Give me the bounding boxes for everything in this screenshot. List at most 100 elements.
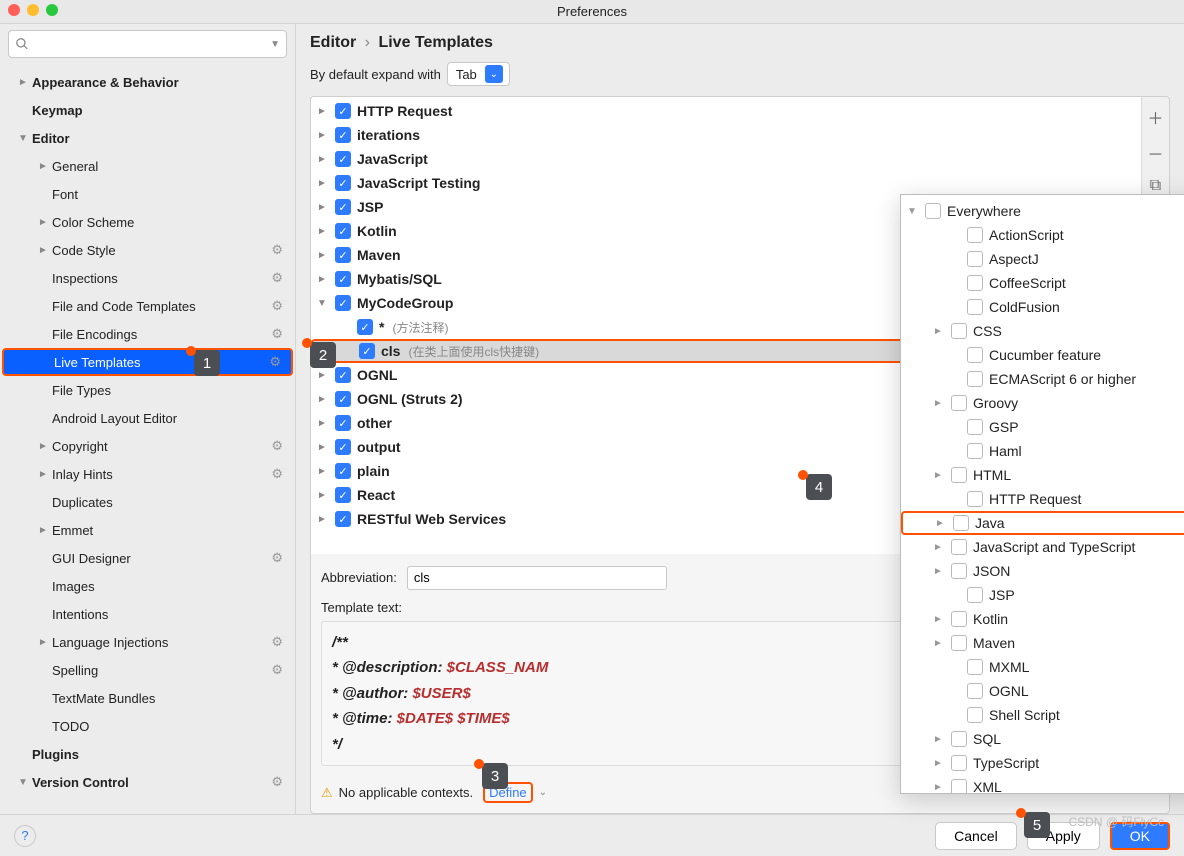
sidebar-item[interactable]: ►Emmet	[2, 516, 293, 544]
context-item[interactable]: AspectJ	[901, 247, 1184, 271]
context-checkbox[interactable]	[967, 275, 983, 291]
chevron-down-icon[interactable]: ▼	[270, 39, 280, 50]
context-checkbox[interactable]	[951, 779, 967, 794]
context-checkbox[interactable]	[967, 227, 983, 243]
context-checkbox[interactable]	[967, 443, 983, 459]
context-checkbox[interactable]	[925, 203, 941, 219]
context-item[interactable]: HTTP Request	[901, 487, 1184, 511]
template-checkbox[interactable]: ✓	[335, 295, 351, 311]
context-item[interactable]: ►Kotlin	[901, 607, 1184, 631]
context-item[interactable]: ►JavaScript and TypeScript	[901, 535, 1184, 559]
context-checkbox[interactable]	[967, 347, 983, 363]
context-checkbox[interactable]	[951, 539, 967, 555]
close-icon[interactable]	[8, 4, 20, 16]
context-item[interactable]: ►Java	[901, 511, 1184, 535]
sidebar-item[interactable]: GUI Designer⚙	[2, 544, 293, 572]
sidebar-item[interactable]: ►Copyright⚙	[2, 432, 293, 460]
template-checkbox[interactable]: ✓	[335, 247, 351, 263]
context-checkbox[interactable]	[951, 635, 967, 651]
context-checkbox[interactable]	[951, 731, 967, 747]
template-item[interactable]: ►✓JavaScript Testing	[311, 171, 1141, 195]
template-checkbox[interactable]: ✓	[335, 511, 351, 527]
sidebar-item[interactable]: Duplicates	[2, 488, 293, 516]
sidebar-item[interactable]: Plugins	[2, 740, 293, 768]
sidebar-item[interactable]: TODO	[2, 712, 293, 740]
context-item[interactable]: Cucumber feature	[901, 343, 1184, 367]
context-item[interactable]: ►HTML	[901, 463, 1184, 487]
copy-icon[interactable]: ⧉	[1150, 177, 1161, 195]
context-checkbox[interactable]	[967, 299, 983, 315]
sidebar-item[interactable]: Live Templates⚙	[2, 348, 293, 376]
window-controls[interactable]	[8, 4, 58, 16]
template-checkbox[interactable]: ✓	[335, 127, 351, 143]
context-checkbox[interactable]	[967, 587, 983, 603]
sidebar-item[interactable]: File and Code Templates⚙	[2, 292, 293, 320]
template-checkbox[interactable]: ✓	[335, 487, 351, 503]
sidebar-item[interactable]: ▼Version Control⚙	[2, 768, 293, 796]
context-item[interactable]: ECMAScript 6 or higher	[901, 367, 1184, 391]
minimize-icon[interactable]	[27, 4, 39, 16]
context-checkbox[interactable]	[967, 659, 983, 675]
template-item[interactable]: ►✓iterations	[311, 123, 1141, 147]
template-checkbox[interactable]: ✓	[335, 391, 351, 407]
context-checkbox[interactable]	[951, 611, 967, 627]
sidebar-item[interactable]: Keymap	[2, 96, 293, 124]
context-item[interactable]: ColdFusion	[901, 295, 1184, 319]
template-checkbox[interactable]: ✓	[357, 319, 373, 335]
template-checkbox[interactable]: ✓	[335, 199, 351, 215]
sidebar-item[interactable]: ►Language Injections⚙	[2, 628, 293, 656]
context-popup[interactable]: ▼EverywhereActionScriptAspectJCoffeeScri…	[900, 194, 1184, 794]
search-input[interactable]: ▼	[8, 30, 287, 58]
context-checkbox[interactable]	[967, 251, 983, 267]
context-item[interactable]: ►XML	[901, 775, 1184, 794]
sidebar-item[interactable]: Spelling⚙	[2, 656, 293, 684]
context-item[interactable]: ▼Everywhere	[901, 199, 1184, 223]
context-checkbox[interactable]	[953, 515, 969, 531]
context-item[interactable]: JSP	[901, 583, 1184, 607]
sidebar-item[interactable]: Images	[2, 572, 293, 600]
sidebar-item[interactable]: Intentions	[2, 600, 293, 628]
sidebar-item[interactable]: File Encodings⚙	[2, 320, 293, 348]
context-item[interactable]: CoffeeScript	[901, 271, 1184, 295]
sidebar-item[interactable]: ►Inlay Hints⚙	[2, 460, 293, 488]
context-item[interactable]: Haml	[901, 439, 1184, 463]
context-checkbox[interactable]	[967, 683, 983, 699]
abbreviation-input[interactable]	[407, 566, 667, 590]
sidebar-item[interactable]: ►Code Style⚙	[2, 236, 293, 264]
sidebar-item[interactable]: Android Layout Editor	[2, 404, 293, 432]
context-item[interactable]: ActionScript	[901, 223, 1184, 247]
template-checkbox[interactable]: ✓	[335, 223, 351, 239]
context-item[interactable]: GSP	[901, 415, 1184, 439]
template-checkbox[interactable]: ✓	[335, 439, 351, 455]
sidebar-item[interactable]: Inspections⚙	[2, 264, 293, 292]
sidebar-item[interactable]: ▼Editor	[2, 124, 293, 152]
context-checkbox[interactable]	[951, 395, 967, 411]
sidebar-item[interactable]: TextMate Bundles	[2, 684, 293, 712]
context-checkbox[interactable]	[967, 491, 983, 507]
context-item[interactable]: ►SQL	[901, 727, 1184, 751]
context-checkbox[interactable]	[951, 563, 967, 579]
add-icon[interactable]: ＋	[1147, 105, 1163, 129]
context-item[interactable]: ►Maven	[901, 631, 1184, 655]
template-checkbox[interactable]: ✓	[335, 103, 351, 119]
search-field[interactable]	[35, 37, 264, 52]
expand-with-select[interactable]: Tab ⌄	[447, 62, 510, 86]
template-checkbox[interactable]: ✓	[335, 271, 351, 287]
template-checkbox[interactable]: ✓	[335, 151, 351, 167]
template-checkbox[interactable]: ✓	[335, 367, 351, 383]
context-item[interactable]: ►TypeScript	[901, 751, 1184, 775]
context-item[interactable]: ►CSS	[901, 319, 1184, 343]
template-checkbox[interactable]: ✓	[335, 463, 351, 479]
template-checkbox[interactable]: ✓	[335, 175, 351, 191]
cancel-button[interactable]: Cancel	[935, 822, 1017, 850]
sidebar-item[interactable]: File Types	[2, 376, 293, 404]
context-item[interactable]: MXML	[901, 655, 1184, 679]
template-checkbox[interactable]: ✓	[359, 343, 375, 359]
context-checkbox[interactable]	[967, 419, 983, 435]
zoom-icon[interactable]	[46, 4, 58, 16]
sidebar-item[interactable]: ►Appearance & Behavior	[2, 68, 293, 96]
sidebar-item[interactable]: ►Color Scheme	[2, 208, 293, 236]
context-item[interactable]: ►Groovy	[901, 391, 1184, 415]
context-checkbox[interactable]	[951, 323, 967, 339]
context-checkbox[interactable]	[967, 371, 983, 387]
